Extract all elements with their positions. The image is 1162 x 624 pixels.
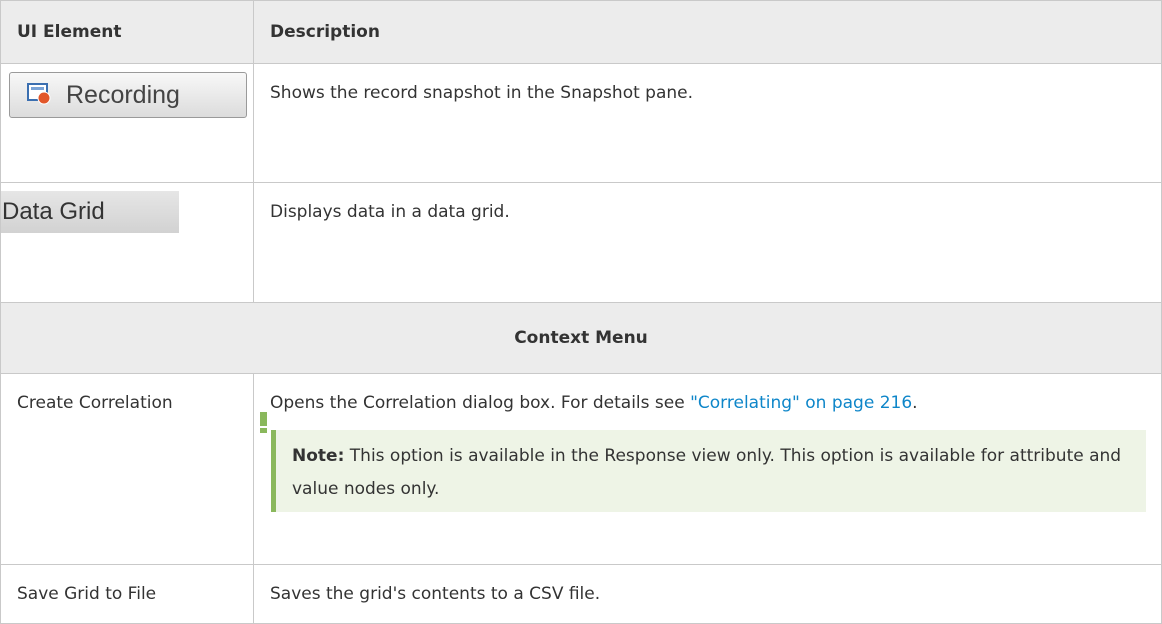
context-menu-heading: Context Menu [0,302,1162,374]
ui-element-cell: Data Grid [0,182,254,303]
data-grid-tab[interactable]: Data Grid [1,191,179,233]
note-box: Note: This option is available in the Re… [260,412,1146,512]
recording-snapshot-icon [27,83,51,105]
ui-element-cell: Save Grid to File [0,564,254,624]
ui-element-cell: Recording [0,63,254,183]
section-header-row: Context Menu [0,302,1162,374]
table-header-row: UI Element Description [0,0,1162,64]
exclamation-icon [260,412,267,433]
description-cell: Displays data in a data grid. [253,182,1162,303]
recording-button[interactable]: Recording [9,72,247,118]
note-text: Note: This option is available in the Re… [292,440,1134,506]
correlating-link[interactable]: "Correlating" on page 216 [690,393,912,413]
column-header-ui-element: UI Element [0,0,254,64]
ui-element-cell: Create Correlation [0,373,254,565]
description-text: Opens the Correlation dialog box. For de… [270,393,918,413]
ui-elements-table: UI Element Description Recording Shows t… [0,0,1162,624]
table-row: Create Correlation Opens the Correlation… [0,373,1162,565]
table-row: Save Grid to File Saves the grid's conte… [0,564,1162,624]
recording-button-label: Recording [66,81,180,109]
table-row: Recording Shows the record snapshot in t… [0,63,1162,183]
note-body: This option is available in the Response… [292,446,1122,499]
table-row: Data Grid Displays data in a data grid. [0,182,1162,303]
note-label: Note: [292,446,345,466]
column-header-description: Description [253,0,1162,64]
description-cell: Shows the record snapshot in the Snapsho… [253,63,1162,183]
description-cell: Opens the Correlation dialog box. For de… [253,373,1162,565]
description-cell: Saves the grid's contents to a CSV file. [253,564,1162,624]
